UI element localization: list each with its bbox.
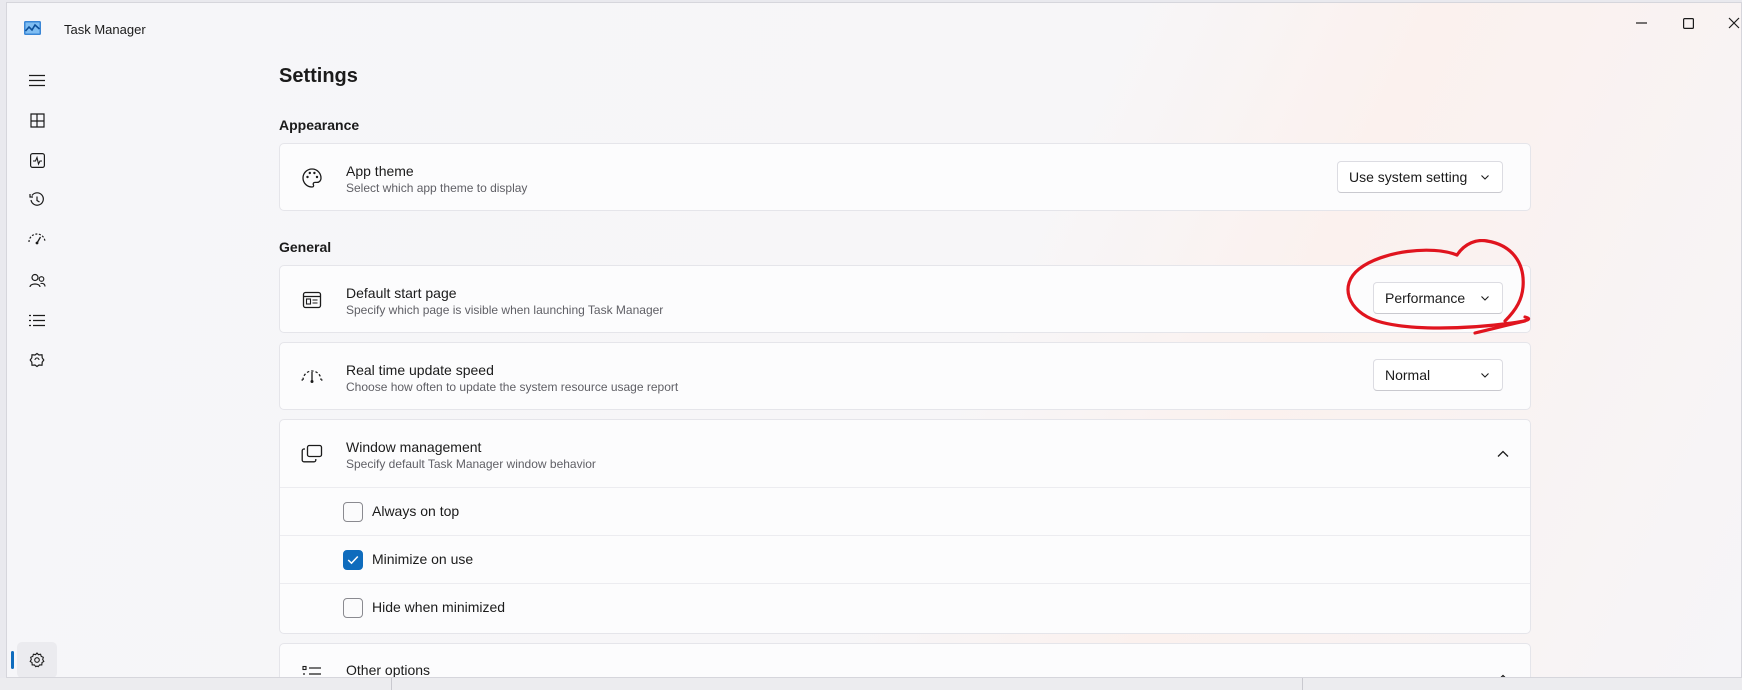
minimize-on-use-label: Minimize on use: [372, 551, 474, 567]
performance-icon: [29, 152, 45, 168]
hide-when-minimized-label: Hide when minimized: [372, 599, 506, 615]
active-nav-indicator: [11, 651, 14, 669]
default-start-page-title: Default start page: [346, 285, 457, 301]
users-icon: [28, 273, 46, 287]
nav-settings[interactable]: [17, 642, 57, 677]
nav-users[interactable]: [17, 262, 57, 298]
nav-details[interactable]: [17, 302, 57, 338]
default-start-page-card: Default start page Specify which page is…: [279, 265, 1531, 333]
details-icon: [29, 314, 45, 326]
update-speed-card: Real time update speed Choose how often …: [279, 342, 1531, 410]
always-on-top-checkbox[interactable]: [343, 502, 363, 522]
window-management-title: Window management: [346, 439, 482, 455]
hamburger-icon: [29, 74, 45, 86]
minimize-on-use-row[interactable]: Minimize on use: [280, 535, 1530, 583]
chevron-up-icon[interactable]: [1496, 447, 1510, 461]
palette-icon: [300, 166, 324, 190]
nav-performance[interactable]: [17, 142, 57, 178]
section-appearance-title: Appearance: [279, 117, 360, 133]
settings-icon: [29, 652, 45, 668]
options-list-icon: [300, 662, 324, 677]
close-window-button[interactable]: [1711, 7, 1741, 39]
app-theme-dropdown[interactable]: Use system setting: [1337, 161, 1503, 193]
nav-services[interactable]: [17, 342, 57, 378]
close-icon: [1728, 17, 1740, 29]
task-manager-app-icon: [24, 21, 41, 35]
services-icon: [29, 352, 45, 368]
other-options-title: Other options: [346, 662, 431, 678]
default-start-page-dropdown[interactable]: Performance: [1373, 282, 1503, 314]
default-start-page-dropdown-value: Performance: [1385, 290, 1466, 306]
startup-apps-icon: [28, 233, 46, 245]
app-theme-title: App theme: [346, 163, 414, 179]
chevron-up-icon[interactable]: [1496, 671, 1510, 678]
nav-startup-apps[interactable]: [17, 222, 57, 258]
maximize-icon: [1682, 17, 1694, 29]
app-theme-card: App theme Select which app theme to disp…: [279, 143, 1531, 211]
speedometer-icon: [300, 365, 324, 389]
always-on-top-label: Always on top: [372, 503, 460, 519]
window-title: Task Manager: [64, 22, 146, 37]
update-speed-title: Real time update speed: [346, 362, 494, 378]
windows-stack-icon: [300, 442, 324, 466]
minimize-button[interactable]: [1618, 7, 1664, 39]
chevron-down-icon: [1481, 296, 1489, 301]
update-speed-dropdown-value: Normal: [1385, 367, 1431, 383]
minimize-on-use-checkbox[interactable]: [343, 550, 363, 570]
maximize-button[interactable]: [1665, 7, 1711, 39]
start-page-icon: [300, 288, 324, 312]
window-management-header[interactable]: Window management Specify default Task M…: [280, 420, 1530, 488]
nav-menu-button[interactable]: [17, 62, 57, 98]
update-speed-dropdown[interactable]: Normal: [1373, 359, 1503, 391]
page-title: Settings: [279, 65, 358, 87]
window-management-subtitle: Specify default Task Manager window beha…: [346, 457, 596, 471]
task-manager-window: Task Manager Settings Appearance App the…: [6, 2, 1742, 678]
title-bar[interactable]: Task Manager: [7, 3, 1741, 55]
minimize-icon: [1635, 22, 1647, 24]
checkmark-icon: [347, 555, 359, 565]
chevron-down-icon: [1481, 175, 1489, 180]
processes-icon: [29, 112, 45, 128]
hide-when-minimized-row[interactable]: Hide when minimized: [280, 583, 1530, 631]
default-start-page-subtitle: Specify which page is visible when launc…: [346, 303, 664, 317]
always-on-top-row[interactable]: Always on top: [280, 487, 1530, 535]
nav-app-history[interactable]: [17, 182, 57, 218]
section-general-title: General: [279, 239, 332, 255]
desktop-background: [0, 678, 1742, 690]
app-history-icon: [29, 192, 44, 206]
update-speed-subtitle: Choose how often to update the system re…: [346, 380, 679, 394]
hide-when-minimized-checkbox[interactable]: [343, 598, 363, 618]
nav-processes[interactable]: [17, 102, 57, 138]
window-management-card: Window management Specify default Task M…: [279, 419, 1531, 634]
other-options-card[interactable]: Other options: [279, 643, 1531, 678]
app-theme-subtitle: Select which app theme to display: [346, 181, 528, 195]
app-theme-dropdown-value: Use system setting: [1349, 169, 1468, 185]
desktop-divider: [1302, 678, 1303, 690]
desktop-divider: [391, 678, 392, 690]
chevron-down-icon: [1481, 373, 1489, 378]
